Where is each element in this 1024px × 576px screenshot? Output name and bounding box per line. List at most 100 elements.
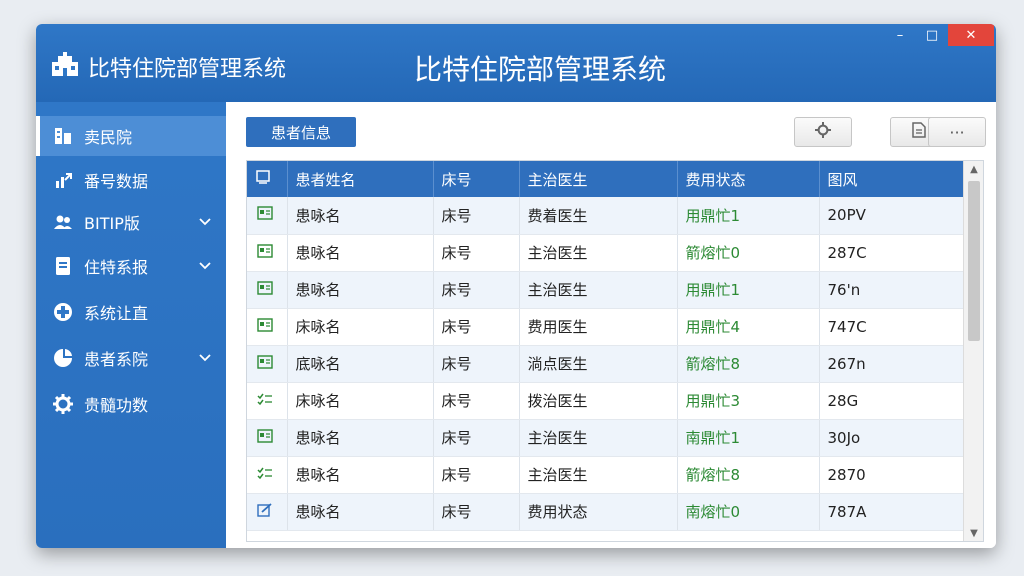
bed-cell: 床号: [433, 271, 520, 309]
sidebar-item-4[interactable]: 系统让直: [36, 292, 226, 332]
sidebar-item-label: 系统让直: [84, 304, 149, 323]
sidebar-item-1[interactable]: 番号数据: [36, 160, 226, 200]
sidebar-item-label: 住特系报: [84, 258, 149, 277]
row-icon-cell: [247, 197, 288, 235]
doctor-cell: 费用状态: [519, 493, 678, 531]
sidebar-item-label: BITIP版: [84, 214, 140, 233]
extra-cell: 20PV: [819, 197, 966, 235]
scroll-down-icon[interactable]: ▼: [964, 525, 983, 541]
row-icon-cell: [247, 493, 288, 531]
column-header-bed[interactable]: 床号: [433, 161, 520, 197]
hospital-logo-icon: [50, 52, 80, 78]
doctor-cell: 费用医生: [519, 308, 678, 346]
patient-name-cell: 患咏名: [287, 456, 434, 494]
fee-status-cell: 用鼎忙1: [677, 197, 820, 235]
table-row[interactable]: 患咏名 床号 主治医生 箭熔忙0 287C: [247, 234, 966, 272]
app-window: 比特住院部管理系统 比特住院部管理系统 – □ ✕ 卖民院 番号数据 BITIP…: [36, 24, 996, 548]
bed-cell: 床号: [433, 345, 520, 383]
patient-table: 患者姓名 床号 主治医生 费用状态 图风 患咏名 床号 费着医生 用鼎忙1 20PV 患咏…: [246, 160, 984, 542]
patient-name-cell: 床咏名: [287, 308, 434, 346]
patient-name-cell: 底咏名: [287, 345, 434, 383]
scroll-thumb[interactable]: [968, 181, 980, 341]
row-icon-cell: [247, 308, 288, 346]
document-icon: [52, 255, 74, 277]
chart-arrow-icon: [52, 169, 74, 191]
sidebar-item-2[interactable]: BITIP版: [36, 202, 226, 242]
minimize-button[interactable]: –: [884, 24, 916, 46]
scroll-up-icon[interactable]: ▲: [964, 161, 983, 177]
id-card-icon: [257, 280, 273, 299]
monitor-icon: [255, 170, 271, 189]
column-header-fee[interactable]: 费用状态: [677, 161, 820, 197]
table-row[interactable]: 床咏名 床号 拨治医生 用鼎忙3 28G: [247, 382, 966, 420]
extra-cell: 28G: [819, 382, 966, 420]
row-icon-cell: [247, 234, 288, 272]
fee-status-cell: 箭熔忙8: [677, 456, 820, 494]
row-icon-cell: [247, 271, 288, 309]
table-row[interactable]: 患咏名 床号 费着医生 用鼎忙1 20PV: [247, 197, 966, 235]
chevron-down-icon: [198, 262, 212, 270]
extra-cell: 267n: [819, 345, 966, 383]
more-button[interactable]: ···: [928, 117, 986, 147]
table-row[interactable]: 患咏名 床号 主治医生 箭熔忙8 2870: [247, 456, 966, 494]
doctor-cell: 主治医生: [519, 271, 678, 309]
row-icon-cell: [247, 456, 288, 494]
patient-name-cell: 床咏名: [287, 382, 434, 420]
fee-status-cell: 南熔忙0: [677, 493, 820, 531]
table-header-row: 患者姓名 床号 主治医生 费用状态 图风: [247, 161, 966, 197]
bed-cell: 床号: [433, 456, 520, 494]
sidebar-item-label: 贵髓功数: [84, 396, 149, 415]
patient-name-cell: 患咏名: [287, 493, 434, 531]
main-content: 患者信息 ··· 患者姓名 床号 主治医生 费用状态 图风 患咏名 床号 费着医…: [226, 102, 996, 548]
title-bar: 比特住院部管理系统 比特住院部管理系统 – □ ✕: [36, 24, 996, 102]
sidebar-item-0[interactable]: 卖民院: [36, 116, 226, 156]
edit-icon: [257, 502, 273, 521]
table-scrollbar[interactable]: ▲ ▼: [963, 161, 983, 541]
settings-button[interactable]: [794, 117, 852, 147]
sidebar-item-3[interactable]: 住特系报: [36, 246, 226, 286]
select-column-header[interactable]: [247, 161, 288, 197]
bed-cell: 床号: [433, 234, 520, 272]
doctor-cell: 拨治医生: [519, 382, 678, 420]
bed-cell: 床号: [433, 382, 520, 420]
table-row[interactable]: 底咏名 床号 淌点医生 箭熔忙8 267n: [247, 345, 966, 383]
sidebar-item-6[interactable]: 贵髓功数: [36, 384, 226, 424]
patient-name-cell: 患咏名: [287, 197, 434, 235]
fee-status-cell: 用鼎忙3: [677, 382, 820, 420]
sidebar-item-label: 患者系院: [84, 350, 149, 369]
check-list-icon: [257, 466, 273, 484]
window-title: 比特住院部管理系统: [414, 53, 667, 86]
row-icon-cell: [247, 345, 288, 383]
maximize-button[interactable]: □: [916, 24, 948, 46]
row-icon-cell: [247, 382, 288, 420]
extra-cell: 787A: [819, 493, 966, 531]
table-row[interactable]: 床咏名 床号 费用医生 用鼎忙4 747C: [247, 308, 966, 346]
table-row[interactable]: 患咏名 床号 主治医生 南鼎忙1 30Jo: [247, 419, 966, 457]
column-header-doctor[interactable]: 主治医生: [519, 161, 678, 197]
extra-cell: 287C: [819, 234, 966, 272]
bed-cell: 床号: [433, 419, 520, 457]
check-list-icon: [257, 392, 273, 410]
users-icon: [52, 211, 74, 233]
id-card-icon: [257, 206, 273, 224]
column-header-name[interactable]: 患者姓名: [287, 161, 434, 197]
bed-cell: 床号: [433, 308, 520, 346]
table-row[interactable]: 患咏名 床号 费用状态 南熔忙0 787A: [247, 493, 966, 531]
sidebar-item-5[interactable]: 患者系院: [36, 338, 226, 378]
table-row[interactable]: 患咏名 床号 主治医生 用鼎忙1 76'n: [247, 271, 966, 309]
id-card-icon: [257, 354, 273, 373]
patient-info-tab[interactable]: 患者信息: [246, 117, 356, 147]
extra-cell: 76'n: [819, 271, 966, 309]
chevron-down-icon: [198, 354, 212, 362]
sidebar-item-label: 番号数据: [84, 172, 149, 191]
chevron-down-icon: [198, 218, 212, 226]
column-header-extra[interactable]: 图风: [819, 161, 966, 197]
gear-icon: [52, 393, 74, 415]
extra-cell: 30Jo: [819, 419, 966, 457]
row-icon-cell: [247, 419, 288, 457]
patient-name-cell: 患咏名: [287, 234, 434, 272]
doctor-cell: 主治医生: [519, 234, 678, 272]
sidebar-item-label: 卖民院: [84, 128, 133, 147]
sidebar: 卖民院 番号数据 BITIP版 住特系报 系统让直 患者系院 贵髓功数: [36, 102, 226, 548]
close-button[interactable]: ✕: [948, 24, 994, 46]
